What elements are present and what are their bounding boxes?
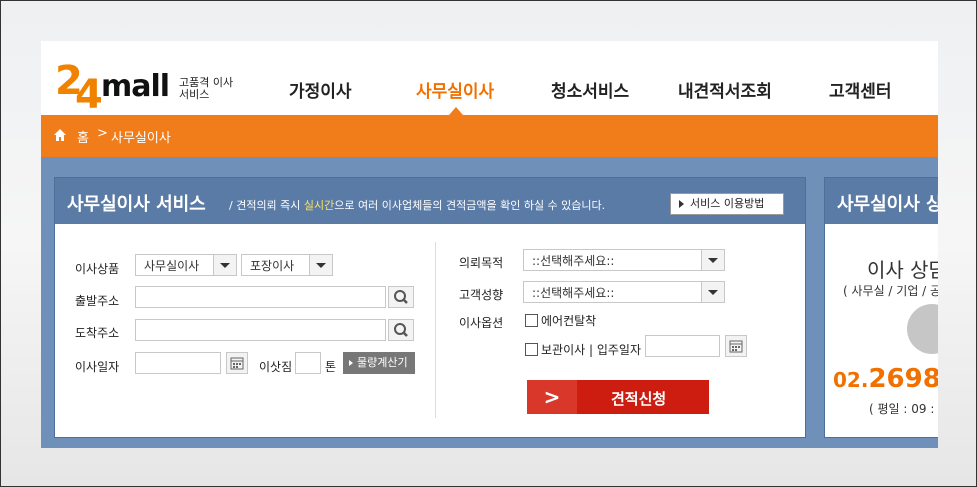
- load-calculator-button[interactable]: 물량계산기: [343, 352, 415, 374]
- date-label: 이사일자: [75, 360, 120, 374]
- panel-description: / 견적의뢰 즉시 실시간으로 여러 이사업체들의 견적금액을 확인 하실 수 …: [229, 199, 606, 212]
- logo-word: mall: [101, 69, 170, 104]
- consult-hours: ( 평일 : 09 : 0: [869, 402, 938, 416]
- howto-label: 서비스 이용방법: [690, 197, 765, 210]
- play-icon: [679, 200, 684, 208]
- calendar-icon: [230, 357, 244, 370]
- breadcrumb-current: 사무실이사: [111, 131, 171, 146]
- aircon-checkbox[interactable]: [525, 314, 538, 327]
- breadcrumb: 홈 > 사무실이사: [41, 115, 938, 157]
- move-date-input[interactable]: [135, 352, 221, 374]
- storage-checkbox[interactable]: [525, 343, 538, 356]
- tendency-select[interactable]: ::선택해주세요::: [523, 281, 725, 303]
- chevron-down-icon: [309, 255, 332, 275]
- dest-search-button[interactable]: [388, 319, 414, 341]
- request-quote-button[interactable]: > 견적신청: [527, 380, 709, 414]
- page-frame: 2 4 mall 고품격 이사서비스 가정이사 사무실이사 청소서비스 내견적서…: [0, 0, 977, 487]
- storage-label: 보관이사 | 입주일자: [541, 343, 641, 357]
- nav-office-moving[interactable]: 사무실이사: [416, 77, 494, 102]
- calendar-icon: [729, 340, 743, 353]
- nav-cleaning[interactable]: 청소서비스: [551, 77, 629, 102]
- consult-subheading: ( 사무실 / 기업 / 공: [843, 284, 938, 298]
- origin-address-input[interactable]: [135, 286, 386, 308]
- load-ton-input[interactable]: [295, 352, 321, 374]
- search-icon: [394, 323, 408, 337]
- arrow-right-icon: >: [527, 380, 577, 414]
- consult-heading: 이사 상담: [867, 258, 938, 282]
- logo-tagline: 고품격 이사서비스: [179, 76, 234, 101]
- movein-date-calendar-button[interactable]: [725, 335, 747, 357]
- aircon-label: 에어컨탈착: [541, 314, 597, 328]
- tendency-label: 고객성향: [459, 288, 504, 302]
- option-label: 이사옵션: [459, 316, 504, 330]
- product-label: 이사상품: [75, 262, 120, 276]
- origin-label: 출발주소: [75, 294, 120, 308]
- content-area: 사무실이사 서비스 / 견적의뢰 즉시 실시간으로 여러 이사업체들의 견적금액…: [41, 157, 938, 448]
- origin-search-button[interactable]: [388, 286, 414, 308]
- chevron-down-icon: [213, 255, 236, 275]
- phone-icon: [907, 304, 938, 354]
- movein-date-input[interactable]: [645, 335, 720, 357]
- chevron-down-icon: [701, 250, 724, 270]
- breadcrumb-home[interactable]: 홈: [77, 127, 89, 146]
- chevron-down-icon: [701, 282, 724, 302]
- site: 2 4 mall 고품격 이사서비스 가정이사 사무실이사 청소서비스 내견적서…: [41, 41, 938, 448]
- consult-panel: 사무실이사 상담 이사 상담 ( 사무실 / 기업 / 공 02.2698 ( …: [824, 177, 938, 438]
- nav-my-quote[interactable]: 내견적서조회: [678, 77, 772, 102]
- consult-panel-header: 사무실이사 상담: [825, 178, 938, 224]
- logo-digit-4: 4: [75, 72, 103, 118]
- dest-address-input[interactable]: [135, 319, 386, 341]
- purpose-label: 의뢰목적: [459, 256, 504, 270]
- purpose-select[interactable]: ::선택해주세요::: [523, 249, 725, 271]
- home-icon[interactable]: [53, 128, 67, 142]
- column-divider: [435, 242, 436, 418]
- panel-header: 사무실이사 서비스 / 견적의뢰 즉시 실시간으로 여러 이사업체들의 견적금액…: [55, 178, 805, 224]
- packing-select[interactable]: 포장이사: [241, 254, 333, 276]
- consult-panel-title: 사무실이사 상담: [837, 194, 938, 215]
- breadcrumb-separator: >: [97, 126, 108, 141]
- search-icon: [394, 290, 408, 304]
- quote-form-panel: 사무실이사 서비스 / 견적의뢰 즉시 실시간으로 여러 이사업체들의 견적금액…: [54, 177, 806, 438]
- consult-phone-number: 02.2698: [833, 364, 938, 394]
- active-nav-indicator: [449, 107, 463, 115]
- dest-label: 도착주소: [75, 326, 120, 340]
- product-select[interactable]: 사무실이사: [135, 254, 237, 276]
- panel-title: 사무실이사 서비스: [67, 194, 206, 215]
- load-label: 이삿짐: [259, 360, 293, 374]
- ton-label: 톤: [325, 360, 337, 374]
- nav-customer-center[interactable]: 고객센터: [829, 77, 892, 102]
- move-date-calendar-button[interactable]: [226, 352, 248, 374]
- howto-button[interactable]: 서비스 이용방법: [670, 193, 784, 215]
- request-quote-label: 견적신청: [611, 390, 667, 408]
- nav-home-moving[interactable]: 가정이사: [289, 77, 352, 102]
